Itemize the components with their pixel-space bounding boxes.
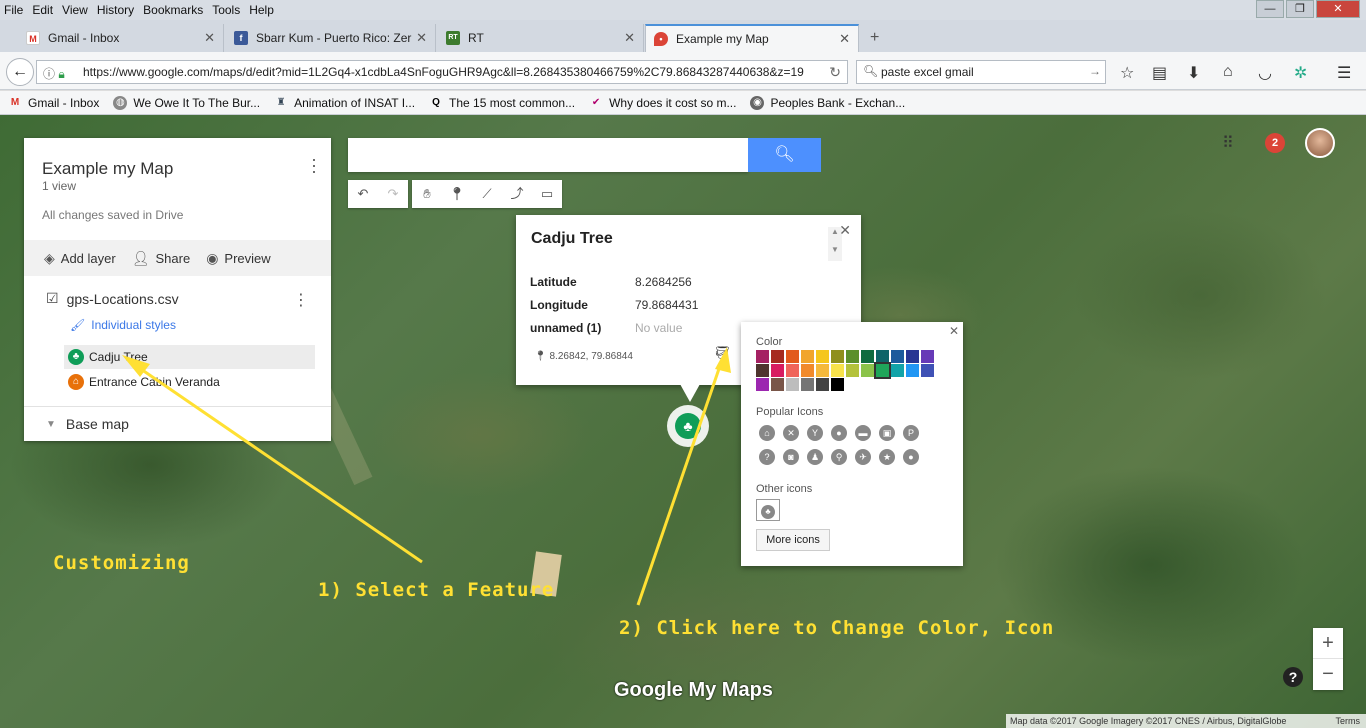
- menu-bar: File Edit View History Bookmarks Tools H…: [0, 0, 1366, 20]
- zoom-controls: + −: [1313, 628, 1343, 690]
- menu-edit[interactable]: Edit: [32, 3, 53, 17]
- google-my-maps-logo: Google My Maps: [614, 679, 773, 701]
- bookmark-label: The 15 most common...: [449, 95, 576, 110]
- bookmark-we-owe[interactable]: ◍ We Owe It To The Bur...: [113, 95, 261, 110]
- maps-pin-icon: •: [654, 32, 668, 46]
- tab-label: Example my Map: [676, 32, 769, 46]
- menu-history[interactable]: History: [97, 3, 134, 17]
- help-button[interactable]: ?: [1283, 667, 1303, 687]
- menu-bookmarks[interactable]: Bookmarks: [143, 3, 203, 17]
- bookmark-gmail[interactable]: M Gmail - Inbox: [8, 95, 100, 110]
- bookmark-label: Why does it cost so m...: [609, 95, 737, 110]
- annotation-step2: 2) Click here to Change Color, Icon: [619, 617, 1055, 639]
- url-text: https://www.google.com/maps/d/edit?mid=1…: [83, 65, 804, 79]
- close-tab-icon[interactable]: ✕: [204, 30, 215, 46]
- bank-icon: ◉: [750, 95, 765, 110]
- bookmark-label: Gmail - Inbox: [28, 95, 100, 110]
- menu-tools[interactable]: Tools: [212, 3, 240, 17]
- annotation-heading: Customizing: [53, 552, 190, 574]
- tab-label: Sbarr Kum - Puerto Rico: Zer: [256, 31, 412, 45]
- tab-gmail[interactable]: M Gmail - Inbox ✕: [18, 24, 224, 52]
- satellite-icon: ♜: [276, 96, 286, 108]
- hamburger-menu-icon[interactable]: ☰: [1337, 63, 1351, 83]
- facebook-icon: f: [234, 31, 248, 45]
- terms-link[interactable]: Terms: [1336, 714, 1361, 728]
- menu-view[interactable]: View: [62, 3, 88, 17]
- arrow-line-click: [636, 359, 724, 606]
- close-tab-icon[interactable]: ✕: [416, 30, 427, 46]
- notifications-badge[interactable]: 2: [1265, 133, 1285, 153]
- tab-label: Gmail - Inbox: [48, 31, 120, 45]
- navigation-bar: ← ⓘ 🔒︎ https://www.google.com/maps/d/edi…: [0, 52, 1366, 90]
- bookmark-label: We Owe It To The Bur...: [133, 95, 261, 110]
- gmail-icon: M: [10, 96, 20, 108]
- map-attribution: Map data ©2017 Google Imagery ©2017 CNES…: [1006, 714, 1366, 728]
- search-icon: 🔍︎: [863, 64, 879, 78]
- back-button[interactable]: ←: [6, 58, 34, 86]
- zoom-in-button[interactable]: +: [1313, 628, 1343, 659]
- site-info-icon[interactable]: ⓘ 🔒︎: [43, 65, 65, 82]
- bookmarks-bar: M Gmail - Inbox ◍ We Owe It To The Bur... …: [0, 91, 1366, 115]
- tab-example-my-map[interactable]: • Example my Map ✕: [645, 24, 859, 52]
- tab-facebook[interactable]: f Sbarr Kum - Puerto Rico: Zer ✕: [226, 24, 436, 52]
- attribution-text: Map data ©2017 Google Imagery ©2017 CNES…: [1010, 716, 1287, 726]
- search-text: paste excel gmail: [881, 65, 974, 79]
- menu-file[interactable]: File: [4, 3, 23, 17]
- close-tab-icon[interactable]: ✕: [839, 31, 850, 47]
- close-tab-icon[interactable]: ✕: [624, 30, 635, 46]
- bookmark-label: Animation of INSAT I...: [294, 95, 416, 110]
- bookmark-insat[interactable]: ♜ Animation of INSAT I...: [274, 96, 415, 110]
- home-icon[interactable]: ⌂: [1223, 63, 1233, 81]
- rt-icon: RT: [446, 31, 460, 45]
- bookmark-favicon-icon: ✔: [591, 96, 601, 108]
- url-bar[interactable]: ⓘ 🔒︎ https://www.google.com/maps/d/edit?…: [36, 60, 848, 84]
- bookmark-peoples-bank[interactable]: ◉ Peoples Bank - Exchan...: [750, 95, 906, 110]
- gmail-icon: M: [26, 31, 40, 45]
- bookmark-why-cost[interactable]: ✔ Why does it cost so m...: [589, 95, 737, 110]
- window-controls: — ❐ ✕: [1256, 0, 1360, 18]
- arrow-left-icon: ←: [12, 63, 28, 80]
- quora-icon: Q: [432, 96, 440, 108]
- arrow-line-select: [134, 363, 423, 564]
- new-tab-button[interactable]: +: [862, 24, 886, 52]
- bookmark-quora[interactable]: Q The 15 most common...: [429, 96, 575, 110]
- menu-help[interactable]: Help: [249, 3, 274, 17]
- extension-icon[interactable]: ✲: [1294, 63, 1307, 83]
- apps-grid-icon[interactable]: ⠿: [1222, 133, 1234, 153]
- reading-list-icon[interactable]: ▤: [1152, 63, 1167, 83]
- download-icon[interactable]: ⬇: [1187, 63, 1200, 83]
- maximize-button[interactable]: ❐: [1286, 0, 1314, 18]
- avatar[interactable]: [1305, 128, 1335, 158]
- tab-bar: M Gmail - Inbox ✕ f Sbarr Kum - Puerto R…: [0, 20, 1366, 52]
- browser-search-input[interactable]: 🔍︎ paste excel gmail →: [856, 60, 1106, 84]
- annotation-step1: 1) Select a Feature: [318, 579, 555, 601]
- globe-icon: ◍: [113, 95, 128, 110]
- lock-icon: 🔒︎: [58, 67, 65, 81]
- minimize-button[interactable]: —: [1256, 0, 1284, 18]
- tab-rt[interactable]: RT RT ✕: [438, 24, 644, 52]
- arrowhead-click: [715, 347, 731, 373]
- bookmark-label: Peoples Bank - Exchan...: [770, 95, 906, 110]
- bookmark-star-icon[interactable]: ☆: [1120, 63, 1134, 83]
- pocket-icon[interactable]: ◡: [1258, 63, 1272, 83]
- zoom-out-button[interactable]: −: [1313, 659, 1343, 690]
- tab-label: RT: [468, 31, 484, 45]
- go-arrow-icon[interactable]: →: [1089, 64, 1101, 78]
- close-window-button[interactable]: ✕: [1316, 0, 1360, 18]
- reload-icon[interactable]: ↻: [829, 64, 841, 81]
